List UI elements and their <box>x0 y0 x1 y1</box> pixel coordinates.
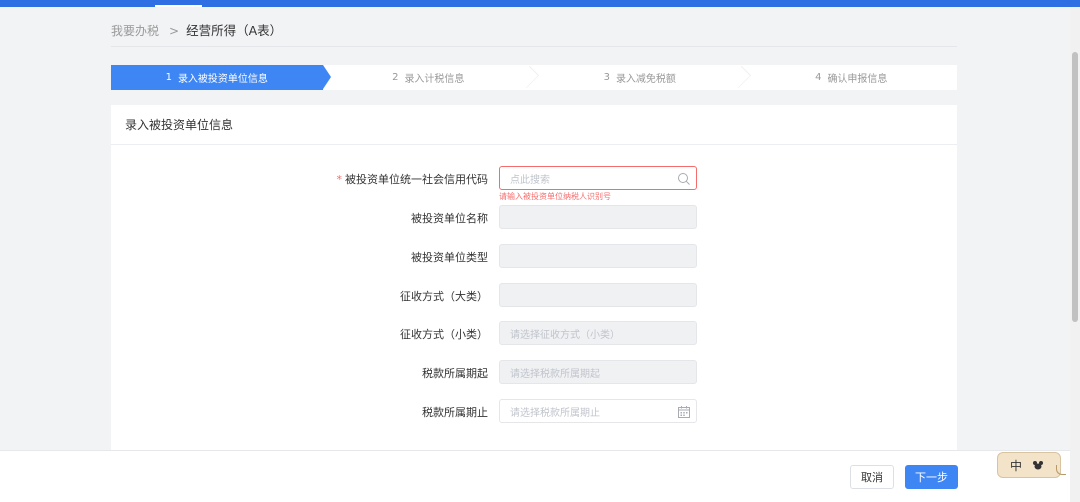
ime-logo-icon <box>1033 461 1044 470</box>
period-end-label: 税款所属期止 <box>422 406 488 419</box>
collect-minor-placeholder: 请选择征收方式（小类） <box>510 329 620 341</box>
breadcrumb: 我要办税 > 经营所得（A表） <box>111 20 282 39</box>
unit-type-row: 被投资单位类型 <box>111 244 957 268</box>
step-1-label: 录入被投资单位信息 <box>177 74 268 85</box>
period-start-row: 税款所属期起 请选择税款所属期起 <box>111 360 957 384</box>
step-4-number: 4 <box>815 72 822 83</box>
top-nav-bar <box>0 0 1080 7</box>
step-1: 1 录入被投资单位信息 <box>111 65 330 90</box>
unit-name-field <box>499 205 697 229</box>
ime-tail <box>1056 465 1066 475</box>
breadcrumb-root-link[interactable]: 我要办税 <box>111 24 159 38</box>
ime-toolbar[interactable]: 中 <box>997 452 1066 478</box>
step-4-label: 确认申报信息 <box>827 74 888 85</box>
credit-code-label: * 被投资单位统一社会信用代码 <box>337 171 489 187</box>
credit-code-placeholder: 点此搜索 <box>510 174 550 186</box>
form-card: 录入被投资单位信息 * 被投资单位统一社会信用代码 点此搜索 请输入被投资单位纳税… <box>111 105 957 450</box>
step-2: 2 录入计税信息 <box>323 65 540 90</box>
step-3-label: 录入减免税额 <box>615 74 676 85</box>
step-3-number: 3 <box>603 72 610 83</box>
step-4: 4 确认申报信息 <box>746 65 958 90</box>
breadcrumb-separator: > <box>169 24 180 38</box>
step-2-number: 2 <box>392 72 399 83</box>
unit-name-label: 被投资单位名称 <box>411 212 488 225</box>
footer-actions: 取消 下一步 <box>0 450 1070 502</box>
collect-minor-label: 征收方式（小类） <box>400 328 488 341</box>
period-end-placeholder: 请选择税款所属期止 <box>510 407 600 419</box>
search-icon[interactable] <box>677 172 691 186</box>
period-start-picker[interactable]: 请选择税款所属期起 <box>499 360 697 384</box>
collect-major-field <box>499 283 697 307</box>
collect-minor-row: 征收方式（小类） 请选择征收方式（小类） <box>111 321 957 345</box>
unit-type-label: 被投资单位类型 <box>411 251 488 264</box>
main-content: 我要办税 > 经营所得（A表） 1 录入被投资单位信息 2 录入计税信息 3 录入减免税额… <box>0 7 1070 450</box>
required-mark: * <box>336 173 343 186</box>
period-end-picker[interactable]: 请选择税款所属期止 <box>499 399 697 423</box>
credit-code-error: 请输入被投资单位纳税人识别号 <box>499 192 611 201</box>
period-start-label: 税款所属期起 <box>422 367 488 380</box>
cancel-button[interactable]: 取消 <box>850 465 894 489</box>
collect-major-label: 征收方式（大类） <box>400 290 488 303</box>
page-title: 经营所得（A表） <box>186 23 283 38</box>
credit-code-label-text: 被投资单位统一社会信用代码 <box>345 173 488 186</box>
ime-mode-label[interactable]: 中 <box>1010 457 1022 474</box>
period-start-placeholder: 请选择税款所属期起 <box>510 368 600 380</box>
credit-code-search-input[interactable]: 点此搜索 <box>499 166 697 190</box>
collect-minor-select[interactable]: 请选择征收方式（小类） <box>499 321 697 345</box>
unit-type-field <box>499 244 697 268</box>
collect-major-row: 征收方式（大类） <box>111 283 957 307</box>
scrollbar-thumb[interactable] <box>1072 52 1078 322</box>
unit-name-row: 被投资单位名称 <box>111 205 957 229</box>
step-2-label: 录入计税信息 <box>404 74 465 85</box>
next-step-button[interactable]: 下一步 <box>905 465 958 489</box>
step-1-number: 1 <box>165 72 172 83</box>
step-3: 3 录入减免税额 <box>534 65 751 90</box>
breadcrumb-divider <box>111 46 957 47</box>
credit-code-row: * 被投资单位统一社会信用代码 点此搜索 请输入被投资单位纳税人识别号 <box>111 166 957 201</box>
vertical-scrollbar[interactable] <box>1070 7 1080 502</box>
period-end-row: 税款所属期止 请选择税款所属期止 <box>111 399 957 423</box>
step-progress: 1 录入被投资单位信息 2 录入计税信息 3 录入减免税额 4 确认申报信息 <box>111 65 957 90</box>
calendar-icon[interactable] <box>678 406 690 418</box>
card-title: 录入被投资单位信息 <box>111 105 957 145</box>
